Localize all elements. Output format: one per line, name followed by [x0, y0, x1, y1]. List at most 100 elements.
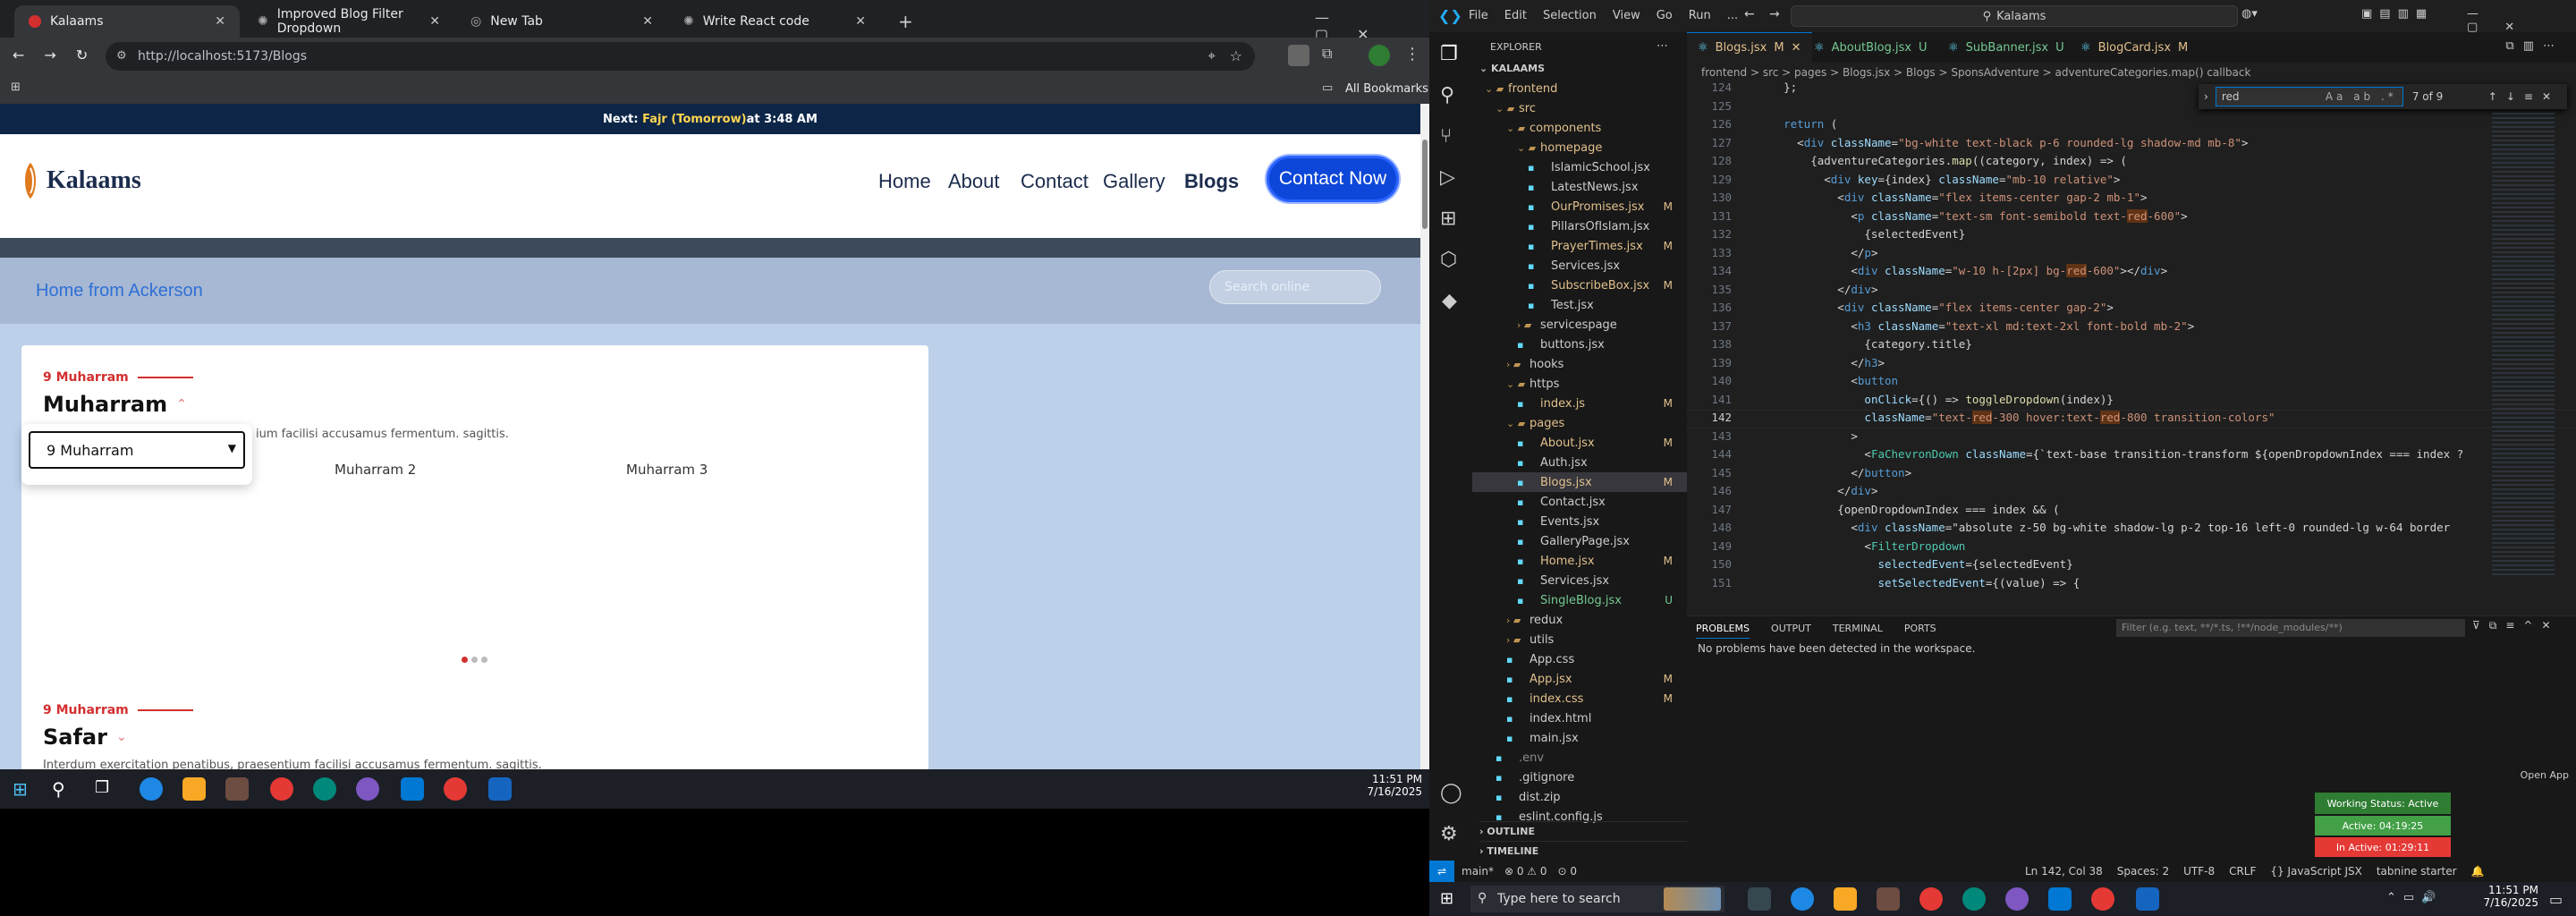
- tabnine-icon[interactable]: ◆: [1442, 290, 1457, 312]
- code-line[interactable]: 127 <div className="bg-white text-black …: [1687, 136, 2576, 153]
- menu-file[interactable]: File: [1469, 9, 1488, 22]
- chrome-icon[interactable]: [1919, 887, 1943, 911]
- editor-tab-subbanner[interactable]: ⚛ SubBanner.jsx U: [1937, 32, 2075, 63]
- code-line[interactable]: 147 {openDropdownIndex === index && (: [1687, 503, 2576, 520]
- search-icon[interactable]: ⚲: [1440, 84, 1454, 106]
- breadcrumb[interactable]: frontend > src > pages > Blogs.jsx > Blo…: [1701, 66, 2250, 79]
- tree-folder[interactable]: ⌄ ▰ https: [1472, 374, 1687, 394]
- code-line[interactable]: 143 >: [1687, 429, 2576, 446]
- editor-actions[interactable]: ⧉▥⋯: [2505, 39, 2563, 53]
- tree-file[interactable]: ▪ .gitignore: [1472, 768, 1687, 787]
- chrome-icon[interactable]: [2091, 887, 2114, 911]
- edge-icon[interactable]: [140, 777, 163, 801]
- apps-icon[interactable]: ⊞: [11, 81, 21, 94]
- code-line[interactable]: 146 </div>: [1687, 484, 2576, 501]
- explorer-icon[interactable]: ❐: [1440, 43, 1458, 65]
- event-select[interactable]: 9 Muharram ▼: [29, 431, 245, 469]
- tree-file[interactable]: ▪ PillarsOfIslam.jsx: [1472, 216, 1687, 236]
- store-icon[interactable]: [225, 777, 249, 801]
- code-line[interactable]: 128 {adventureCategories.map((category, …: [1687, 154, 2576, 171]
- tree-file[interactable]: ▪ App.jsx M: [1472, 669, 1687, 689]
- task-view-icon[interactable]: ❐: [95, 778, 109, 797]
- code-line[interactable]: 129 <div key={index} className="mb-10 re…: [1687, 173, 2576, 190]
- nav-about[interactable]: About: [948, 170, 1000, 193]
- code-line[interactable]: 141 onClick={() => toggleDropdown(index)…: [1687, 393, 2576, 410]
- tab-new[interactable]: ◎ New Tab ✕: [456, 5, 667, 38]
- code-line[interactable]: 134 <div className="w-10 h-[2px] bg-red-…: [1687, 264, 2576, 281]
- profile-avatar[interactable]: [1368, 45, 1390, 66]
- code-line[interactable]: 136 <div className="flex items-center ga…: [1687, 301, 2576, 318]
- tree-folder[interactable]: › ▰ utils: [1472, 630, 1687, 649]
- site-logo[interactable]: Kalaams: [20, 161, 141, 200]
- task-view-icon[interactable]: [1748, 887, 1771, 911]
- code-line[interactable]: 148 <div className="absolute z-50 bg-whi…: [1687, 521, 2576, 538]
- expand-replace-icon[interactable]: ›: [2204, 90, 2208, 103]
- chevron-up-icon[interactable]: ⌃: [176, 397, 187, 411]
- system-tray-icons[interactable]: ⌃▭🔊: [2386, 891, 2443, 904]
- store-icon[interactable]: [1877, 887, 1900, 911]
- menu-selection[interactable]: Selection: [1543, 9, 1597, 22]
- tab-ports[interactable]: PORTS: [1904, 623, 1936, 639]
- tree-folder[interactable]: ⌄ ▰ homepage: [1472, 138, 1687, 157]
- app-icon[interactable]: [1962, 887, 1986, 911]
- edge-icon[interactable]: [1791, 887, 1814, 911]
- account-icon[interactable]: ◯: [1440, 782, 1462, 804]
- pagination-dots[interactable]: [462, 657, 487, 663]
- tree-file[interactable]: ▪ OurPromises.jsx M: [1472, 197, 1687, 216]
- tree-file[interactable]: ▪ Auth.jsx: [1472, 453, 1687, 472]
- branch[interactable]: main*: [1462, 865, 1494, 878]
- chevron-down-icon[interactable]: ⌄: [116, 730, 127, 744]
- tree-folder[interactable]: ⌄ ▰ components: [1472, 118, 1687, 138]
- tree-file[interactable]: ▪ Blogs.jsx M: [1472, 472, 1687, 492]
- code-view[interactable]: 42const Blogs = () => {106 const SponsAd…: [1687, 81, 2576, 615]
- workspace-root[interactable]: ⌄ KALAAMS: [1479, 63, 1545, 74]
- tab-react[interactable]: ✺ Write React code ✕: [669, 5, 880, 38]
- panel-actions[interactable]: ⊽⧉≡^✕: [2472, 619, 2560, 632]
- star-icon[interactable]: ☆: [1230, 47, 1242, 64]
- code-line[interactable]: 149 <FilterDropdown: [1687, 539, 2576, 556]
- layout-icons[interactable]: ▣▤▥▦: [2361, 7, 2434, 21]
- minimap[interactable]: [2492, 113, 2563, 578]
- nav-contact[interactable]: Contact: [1021, 170, 1089, 193]
- windows-start-icon[interactable]: ⊞: [1440, 889, 1453, 908]
- puzzle-icon[interactable]: ⧉: [1322, 45, 1332, 63]
- code-line[interactable]: 131 <p className="text-sm font-semibold …: [1687, 208, 2576, 226]
- tree-file[interactable]: ▪ index.js M: [1472, 394, 1687, 413]
- tree-file[interactable]: ▪ About.jsx M: [1472, 433, 1687, 453]
- app-icon[interactable]: [488, 777, 512, 801]
- tree-file[interactable]: ▪ IslamicSchool.jsx: [1472, 157, 1687, 177]
- all-bookmarks[interactable]: All Bookmarks: [1345, 82, 1428, 96]
- menu-go[interactable]: Go: [1657, 9, 1673, 22]
- notifications-icon[interactable]: ▭: [2549, 891, 2563, 908]
- location-icon[interactable]: ⌖: [1208, 47, 1216, 64]
- close-tab-icon[interactable]: ✕: [429, 14, 440, 29]
- tabnine-status[interactable]: tabnine starter: [2377, 865, 2457, 878]
- close-tab-icon[interactable]: ✕: [642, 14, 653, 29]
- code-line[interactable]: 132 {selectedEvent}: [1687, 227, 2576, 244]
- tree-file[interactable]: ▪ SingleBlog.jsx U: [1472, 590, 1687, 610]
- vscode-icon[interactable]: [2048, 887, 2072, 911]
- tree-folder[interactable]: › ▰ hooks: [1472, 354, 1687, 374]
- tree-folder[interactable]: ⌄ ▰ frontend: [1472, 79, 1687, 98]
- tab-output[interactable]: OUTPUT: [1771, 623, 1811, 639]
- code-line[interactable]: 145 </button>: [1687, 466, 2576, 483]
- site-info-icon[interactable]: ⚙: [116, 49, 127, 63]
- tree-file[interactable]: ▪ index.css M: [1472, 689, 1687, 708]
- problems-filter-input[interactable]: Filter (e.g. text, **/*.ts, !**/node_mod…: [2116, 619, 2465, 637]
- code-line[interactable]: 137 <h3 className="text-xl md:text-2xl f…: [1687, 319, 2576, 336]
- tree-file[interactable]: ▪ Contact.jsx: [1472, 492, 1687, 512]
- cursor-position[interactable]: Ln 142, Col 38: [2025, 865, 2103, 878]
- copilot-icon[interactable]: ⬡: [1440, 249, 1457, 271]
- app-icon[interactable]: [356, 777, 379, 801]
- menu-more[interactable]: ...: [1727, 9, 1738, 22]
- tree-folder[interactable]: ⌄ ▰ src: [1472, 98, 1687, 118]
- tab-terminal[interactable]: TERMINAL: [1833, 623, 1883, 639]
- tree-file[interactable]: ▪ SubscribeBox.jsx M: [1472, 276, 1687, 295]
- find-options-icons[interactable]: Aa ab .*: [2326, 90, 2397, 103]
- editor-tab-blogs[interactable]: ⚛ Blogs.jsx M ✕: [1687, 32, 1812, 63]
- source-control-icon[interactable]: ⑂: [1440, 125, 1452, 148]
- close-icon[interactable]: ✕: [1792, 41, 1801, 55]
- ports-count[interactable]: ⊙ 0: [1558, 865, 1578, 878]
- indentation[interactable]: Spaces: 2: [2117, 865, 2169, 878]
- language-mode[interactable]: {} JavaScript JSX: [2270, 865, 2361, 878]
